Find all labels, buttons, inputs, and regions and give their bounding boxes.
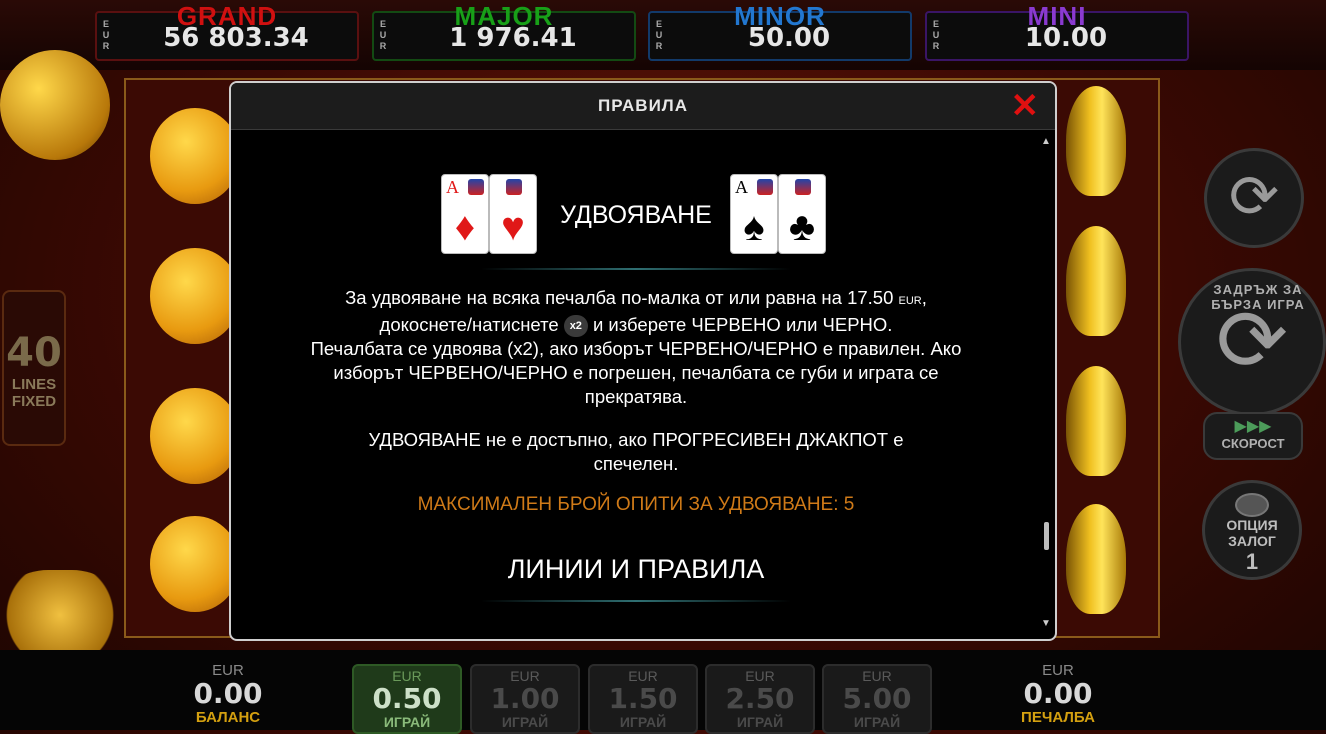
close-icon[interactable]: ✕: [1011, 87, 1040, 125]
crest-icon: [468, 179, 484, 195]
bet-button[interactable]: EUR 0.50 ИГРАЙ: [352, 664, 462, 734]
card-rank: A: [735, 177, 748, 197]
bet-option-label-2: ЗАЛОГ: [1228, 533, 1276, 549]
coin-stack-icon: [1235, 493, 1269, 517]
jackpot-minor-currency: EUR: [655, 19, 663, 51]
bet-button[interactable]: EUR 2.50 ИГРАЙ: [705, 664, 815, 734]
rules-text-part: ,: [921, 287, 927, 308]
jackpot-major: MAJOR EUR 1 976.41: [372, 1, 636, 61]
modal-header: ПРАВИЛА ✕: [231, 83, 1055, 130]
balance-display: EUR 0.00 БАЛАНС: [168, 662, 288, 726]
section-divider: [481, 600, 791, 602]
lines-label-2: FIXED: [11, 393, 57, 410]
double-rules-text: За удвояване на всяка печалба по-малка о…: [291, 286, 981, 409]
orange-symbol-icon: [150, 516, 240, 612]
jackpot-minor: MINOR EUR 50.00: [648, 1, 912, 61]
bet-label: ИГРАЙ: [736, 714, 784, 730]
coins-icon: [0, 570, 120, 660]
bet-option-label-1: ОПЦИЯ: [1226, 517, 1278, 533]
jackpot-minor-value: 50.00: [747, 23, 831, 53]
speed-label: СКОРОСТ: [1221, 436, 1285, 451]
bet-button[interactable]: EUR 1.00 ИГРАЙ: [470, 664, 580, 734]
card-ace-spades: A ♠: [730, 174, 778, 254]
scroll-up-icon[interactable]: ▲: [1041, 136, 1051, 147]
jackpot-major-value: 1 976.41: [449, 23, 577, 53]
rules-text-part: Печалбата се удвоява (x2), ако изборът Ч…: [310, 338, 962, 408]
scroll-down-icon[interactable]: ▼: [1041, 618, 1051, 629]
banana-symbol-icon: [1066, 504, 1126, 614]
orange-symbol-icon: [150, 108, 240, 204]
card-clubs: ♣: [778, 174, 826, 254]
double-x2-icon: x2: [563, 315, 588, 338]
max-attempts-text: МАКСИМАЛЕН БРОЙ ОПИТИ ЗА УДВОЯВАНЕ: 5: [417, 494, 855, 515]
autoplay-button[interactable]: ⟳: [1204, 148, 1304, 248]
bet-value: 2.50: [725, 682, 795, 715]
bet-label: ИГРАЙ: [501, 714, 549, 730]
bet-button[interactable]: EUR 1.50 ИГРАЙ: [588, 664, 698, 734]
rules-content: A ♦ ♥ УДВОЯВАНЕ A ♠ ♣ За удвояване на вс…: [231, 130, 1041, 635]
jackpot-major-currency: EUR: [379, 19, 387, 51]
banana-symbol-icon: [1066, 86, 1126, 196]
bet-value: 1.00: [490, 682, 560, 715]
lines-fixed-badge: 40 LINES FIXED: [2, 290, 66, 446]
rules-modal: ПРАВИЛА ✕ A ♦ ♥ УДВОЯВАНЕ A ♠ ♣ За удвоя…: [229, 81, 1057, 641]
black-cards-icon: A ♠ ♣: [730, 174, 828, 258]
section-divider: [481, 268, 791, 270]
jackpot-mini: MINI EUR 10.00: [925, 1, 1189, 61]
bet-value: 1.50: [608, 682, 678, 715]
bet-value: 5.00: [842, 682, 912, 715]
orange-symbol-icon: [150, 388, 240, 484]
jackpot-grand-currency: EUR: [102, 19, 110, 51]
scrollbar[interactable]: ▲ ▼: [1037, 130, 1055, 635]
win-value: 0.00: [1023, 677, 1093, 710]
jackpot-bar: GRAND EUR 56 803.34 MAJOR EUR 1 976.41 M…: [0, 0, 1326, 70]
bet-option-value: 1: [1245, 549, 1259, 574]
modal-title: ПРАВИЛА: [597, 96, 689, 115]
banana-symbol-icon: [1066, 226, 1126, 336]
bet-label: ИГРАЙ: [619, 714, 667, 730]
lines-count: 40: [6, 330, 62, 376]
card-rank: A: [446, 177, 459, 197]
bet-value: 0.50: [372, 682, 442, 715]
refresh-icon: ⟳: [1228, 163, 1280, 230]
bell-logo-icon: [0, 50, 110, 160]
bet-label: ИГРАЙ: [853, 714, 901, 730]
jackpot-note-text: УДВОЯВАНЕ не е достъпно, ако ПРОГРЕСИВЕН…: [368, 429, 904, 474]
lines-rules-title: ЛИНИИ И ПРАВИЛА: [507, 554, 765, 584]
jackpot-grand-value: 56 803.34: [163, 23, 309, 53]
rules-text-part: и изберете ЧЕРВЕНО или ЧЕРНО.: [592, 314, 893, 335]
crest-icon: [795, 179, 811, 195]
jackpot-mini-currency: EUR: [932, 19, 940, 51]
crest-icon: [506, 179, 522, 195]
speed-button[interactable]: ▶▶▶ СКОРОСТ: [1203, 412, 1303, 460]
win-label: ПЕЧАЛБА: [1021, 709, 1095, 726]
banana-symbol-icon: [1066, 366, 1126, 476]
orange-symbol-icon: [150, 248, 240, 344]
lines-label-1: LINES: [11, 376, 57, 393]
jackpot-grand: GRAND EUR 56 803.34: [95, 1, 359, 61]
crest-icon: [757, 179, 773, 195]
win-display: EUR 0.00 ПЕЧАЛБА: [998, 662, 1118, 726]
double-section-title: УДВОЯВАНЕ: [560, 201, 712, 229]
rules-text-part: За удвояване на всяка печалба по-малка о…: [345, 287, 894, 308]
bet-option-button[interactable]: ОПЦИЯ ЗАЛОГ 1: [1202, 480, 1302, 580]
scroll-thumb[interactable]: [1044, 522, 1049, 550]
spade-icon: ♠: [743, 205, 765, 249]
hold-for-quick-play-label: ЗАДРЪЖ ЗА БЪРЗА ИГРА: [1211, 282, 1305, 312]
jackpot-mini-value: 10.00: [1024, 23, 1108, 53]
bet-button[interactable]: EUR 5.00 ИГРАЙ: [822, 664, 932, 734]
rules-text-part: докоснете/натиснете: [379, 314, 559, 335]
fast-forward-icon: ▶▶▶: [1234, 418, 1272, 435]
balance-value: 0.00: [193, 677, 263, 710]
balance-label: БАЛАНС: [195, 709, 261, 726]
currency-label: EUR: [898, 295, 922, 307]
bet-label: ИГРАЙ: [383, 714, 431, 730]
club-icon: ♣: [788, 205, 816, 249]
